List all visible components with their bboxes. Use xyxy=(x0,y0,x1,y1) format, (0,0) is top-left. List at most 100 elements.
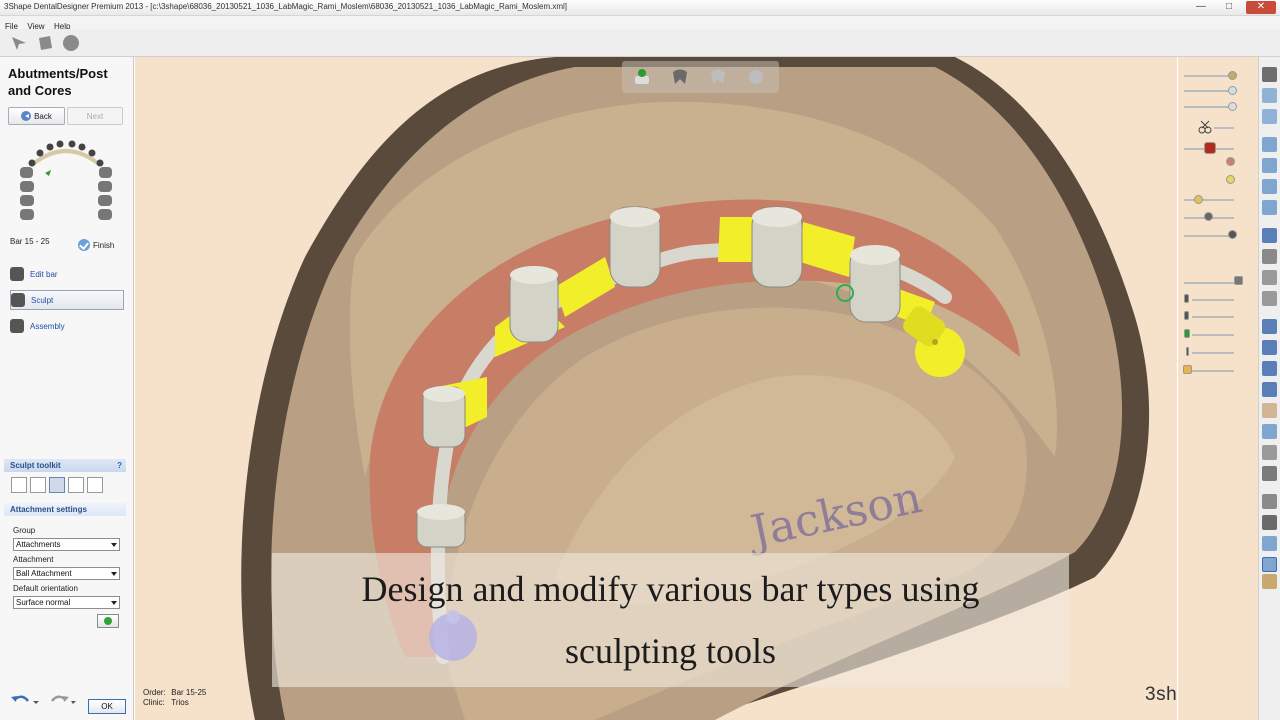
attachment-select[interactable]: Ball Attachment xyxy=(13,567,120,580)
back-button-label: Back xyxy=(34,111,52,121)
copy-icon[interactable] xyxy=(1262,137,1277,152)
slider-track[interactable] xyxy=(1184,282,1234,284)
clinic-value: Trios xyxy=(171,698,189,707)
layers-icon[interactable] xyxy=(1262,200,1277,215)
close-button[interactable]: ✕ xyxy=(1246,1,1276,14)
apply-attachment-button[interactable] xyxy=(97,614,119,628)
minimize-button[interactable]: — xyxy=(1190,1,1212,14)
finish-check-icon xyxy=(78,239,90,251)
slider-track[interactable] xyxy=(1184,90,1234,92)
right-toolbar xyxy=(1258,57,1280,720)
next-button[interactable]: Next xyxy=(67,107,123,125)
camera-icon[interactable] xyxy=(1262,445,1277,460)
attachment-slider[interactable] xyxy=(1184,329,1190,338)
view-presets xyxy=(622,61,779,93)
redo-icon[interactable] xyxy=(46,693,76,707)
screw-slider[interactable] xyxy=(1184,294,1189,303)
clipboard-icon[interactable] xyxy=(1262,158,1277,173)
slider-track[interactable] xyxy=(1184,199,1234,201)
cube-view-icon[interactable] xyxy=(36,34,54,52)
pencil-icon[interactable] xyxy=(1262,319,1277,334)
bar-transparency-slider[interactable] xyxy=(1204,142,1216,154)
wizard-title: Abutments/Post and Cores xyxy=(8,66,108,98)
person-icon[interactable] xyxy=(1262,403,1277,418)
bar-opacity-slider[interactable] xyxy=(1234,276,1243,285)
tooth-library-icon[interactable] xyxy=(1262,291,1277,306)
attachment-settings-header[interactable]: Attachment settings xyxy=(4,503,126,516)
window-title: 3Shape DentalDesigner Premium 2013 - [c:… xyxy=(4,2,568,11)
attachment-transparency-slider[interactable] xyxy=(1226,175,1235,184)
3d-viewport[interactable]: Jackson Order: Bar 15-25 Clinic: Trios D… xyxy=(135,57,1177,720)
curve-icon[interactable] xyxy=(1262,382,1277,397)
bite-icon[interactable] xyxy=(1262,557,1277,572)
model-transparency-slider[interactable] xyxy=(1228,71,1237,80)
slider-track[interactable] xyxy=(1192,316,1234,318)
tooth-chart-icon[interactable] xyxy=(14,137,118,227)
wax-tooth-icon[interactable] xyxy=(1262,574,1277,589)
scissors-icon[interactable] xyxy=(1198,120,1212,134)
slider-track[interactable] xyxy=(1184,75,1234,77)
pin-slider[interactable] xyxy=(1186,347,1189,356)
axis-icon[interactable] xyxy=(1262,515,1277,530)
slider-track[interactable] xyxy=(1184,235,1234,237)
screenshot-icon[interactable] xyxy=(1262,466,1277,481)
preparation-view-icon[interactable] xyxy=(632,67,652,87)
group-select[interactable]: Attachments xyxy=(13,538,120,551)
step-assembly-label: Assembly xyxy=(30,321,65,331)
crown-view-icon[interactable] xyxy=(708,67,728,87)
ok-button[interactable]: OK xyxy=(88,699,126,714)
implant-transparency-slider[interactable] xyxy=(1204,212,1213,221)
wax-transparency-slider[interactable] xyxy=(1194,195,1203,204)
tooth-icon[interactable] xyxy=(1262,494,1277,509)
bar-range-label: Bar 15 - 25 xyxy=(10,237,50,246)
align-icon[interactable] xyxy=(1262,536,1277,551)
brush-icon[interactable] xyxy=(1262,228,1277,243)
back-button[interactable]: Back xyxy=(8,107,65,125)
gingiva-transparency-slider[interactable] xyxy=(1228,102,1237,111)
abutment-transparency-slider[interactable] xyxy=(1228,230,1237,239)
slider-track[interactable] xyxy=(1192,352,1234,354)
gum-transparency-slider[interactable] xyxy=(1226,157,1235,166)
smooth-tool-icon[interactable] xyxy=(49,477,65,493)
step-assembly[interactable]: Assembly xyxy=(10,316,124,336)
collapse-icon[interactable] xyxy=(1262,109,1277,124)
duplicate-icon[interactable] xyxy=(1262,179,1277,194)
cut-plane-icon[interactable] xyxy=(1262,270,1277,285)
slider-track[interactable] xyxy=(1192,370,1234,372)
expand-icon[interactable] xyxy=(1262,88,1277,103)
wax-up-slider[interactable] xyxy=(1183,365,1192,374)
sphere-view-icon[interactable] xyxy=(62,34,80,52)
caption-line-2: sculpting tools xyxy=(564,631,776,671)
scan-transparency-slider[interactable] xyxy=(1228,86,1237,95)
grid-icon[interactable] xyxy=(1262,361,1277,376)
step-edit-bar-label: Edit bar xyxy=(30,269,58,279)
shape-tool-icon[interactable] xyxy=(87,477,103,493)
title-bar: 3Shape DentalDesigner Premium 2013 - [c:… xyxy=(0,0,1280,16)
step-sculpt[interactable]: Sculpt xyxy=(10,290,124,310)
antagonist-view-icon[interactable] xyxy=(746,67,766,87)
morph-tool-icon[interactable] xyxy=(68,477,84,493)
sculpt-toolkit-header[interactable]: Sculpt toolkit ? xyxy=(4,459,126,472)
tooth-view-icon[interactable] xyxy=(670,67,690,87)
slider-track[interactable] xyxy=(1192,334,1234,336)
finish-button[interactable]: Finish xyxy=(78,239,114,251)
arrow-tool-icon[interactable] xyxy=(10,34,28,52)
slider-track[interactable] xyxy=(1214,127,1234,129)
close-panel-icon[interactable] xyxy=(1262,67,1277,82)
step-edit-bar[interactable]: Edit bar xyxy=(10,264,124,284)
group-label: Group xyxy=(13,526,36,535)
help-icon[interactable]: ? xyxy=(117,459,122,472)
measure-icon[interactable] xyxy=(1262,249,1277,264)
post-slider[interactable] xyxy=(1184,311,1189,320)
caption-line-1: Design and modify various bar types usin… xyxy=(361,569,980,609)
line-tool-icon[interactable] xyxy=(1262,340,1277,355)
warning-icon[interactable] xyxy=(1262,424,1277,439)
add-remove-tool-icon[interactable] xyxy=(30,477,46,493)
undo-icon[interactable] xyxy=(10,693,40,707)
orientation-select[interactable]: Surface normal xyxy=(13,596,120,609)
knife-tool-icon[interactable] xyxy=(11,477,27,493)
maximize-button[interactable]: □ xyxy=(1218,1,1240,14)
slider-track[interactable] xyxy=(1184,106,1234,108)
clinic-label: Clinic: xyxy=(143,698,165,707)
slider-track[interactable] xyxy=(1192,299,1234,301)
